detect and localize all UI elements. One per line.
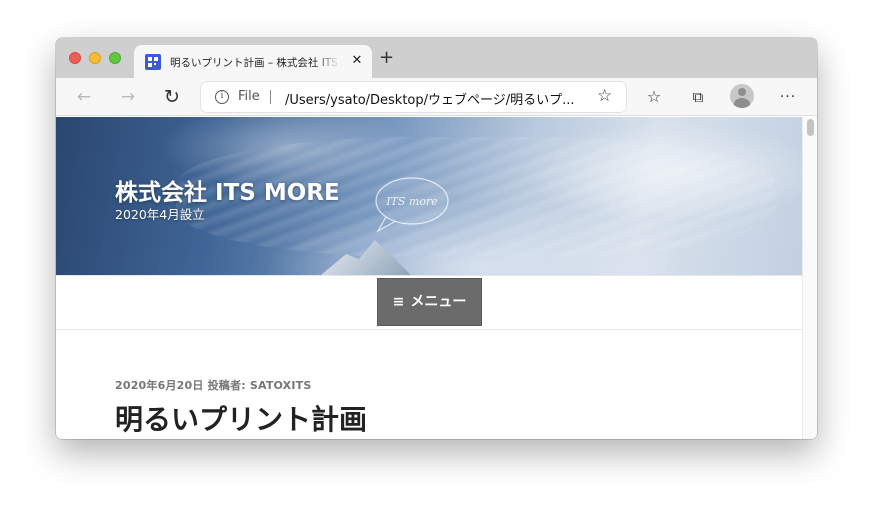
info-icon[interactable]: i (215, 90, 229, 104)
scrollbar-thumb[interactable] (807, 119, 814, 136)
new-tab-button[interactable]: + (379, 49, 394, 67)
back-button[interactable]: ← (74, 87, 94, 107)
profile-avatar[interactable] (730, 84, 754, 108)
address-bar[interactable]: i File /Users/ysato/Desktop/ウェブページ/明るいプ.… (201, 82, 626, 112)
site-title[interactable]: 株式会社 ITS MORE (115, 173, 340, 207)
reload-button[interactable]: ↻ (162, 87, 182, 107)
navigation-bar: ≡ メニュー (56, 275, 802, 330)
collections-icon[interactable]: ⧉ (688, 87, 708, 107)
post-title: 明るいプリント計画 (115, 403, 368, 436)
tab-strip: 明るいプリント計画 – 株式会社 ITS MORE ✕ + (56, 38, 817, 78)
qr-favicon-icon (145, 54, 161, 70)
url-text[interactable]: /Users/ysato/Desktop/ウェブページ/明るいプ... (285, 89, 585, 108)
bubble-text: ITS more (385, 195, 438, 208)
vertical-scrollbar[interactable] (802, 117, 817, 439)
menu-button-label: メニュー (410, 294, 467, 310)
forward-button[interactable]: → (118, 87, 138, 107)
browser-toolbar: ← → ↻ i File /Users/ysato/Desktop/ウェブページ… (56, 78, 817, 116)
page-viewport: ITS more 株式会社 ITS MORE 2020年4月設立 ≡ メニュー 2… (56, 117, 817, 439)
favorites-icon[interactable]: ☆ (644, 87, 664, 107)
window-maximize-button[interactable] (109, 52, 121, 64)
window-close-button[interactable] (69, 52, 81, 64)
settings-more-icon[interactable]: ··· (778, 87, 798, 107)
hamburger-icon: ≡ (392, 294, 405, 310)
address-divider (270, 90, 271, 104)
post-meta: 2020年6月20日 投稿者: SATOXITS (115, 379, 312, 392)
url-scheme-label: File (238, 89, 260, 104)
tab-close-icon[interactable]: ✕ (350, 53, 364, 68)
window-minimize-button[interactable] (89, 52, 101, 64)
browser-tab-active[interactable]: 明るいプリント計画 – 株式会社 ITS MORE ✕ (134, 45, 372, 78)
speech-bubble-logo: ITS more (375, 177, 449, 233)
tab-title: 明るいプリント計画 – 株式会社 ITS MORE (170, 57, 340, 69)
header-banner-image: ITS more 株式会社 ITS MORE 2020年4月設立 (56, 117, 802, 275)
menu-button[interactable]: ≡ メニュー (377, 278, 482, 326)
site-tagline: 2020年4月設立 (115, 207, 205, 222)
browser-window: 明るいプリント計画 – 株式会社 ITS MORE ✕ + ← → ↻ i Fi… (56, 38, 817, 439)
add-favorite-star-icon[interactable]: ☆ (597, 86, 612, 106)
